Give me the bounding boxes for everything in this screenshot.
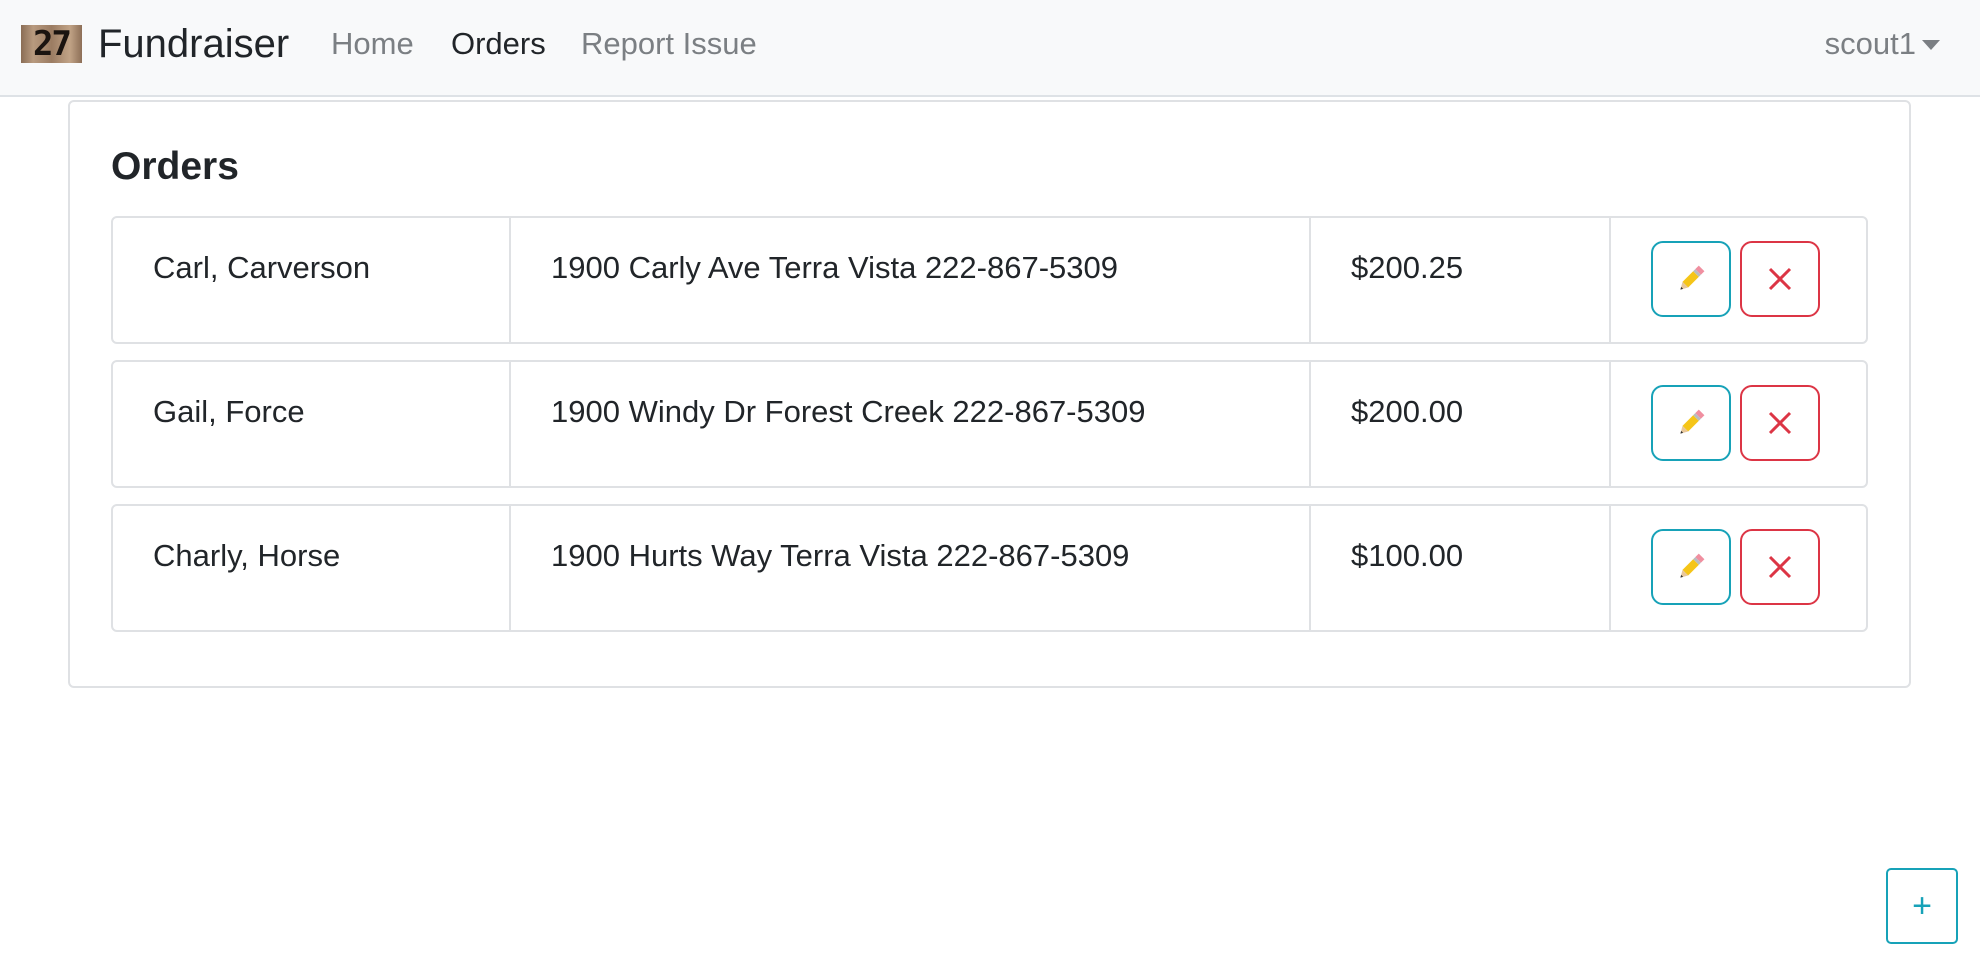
order-customer-name: Gail, Force xyxy=(113,362,511,486)
delete-order-button[interactable] xyxy=(1740,529,1820,605)
order-amount: $200.00 xyxy=(1311,362,1611,486)
orders-card: Orders Carl, Carverson 1900 Carly Ave Te… xyxy=(68,100,1911,688)
navbar: 27 Fundraiser Home Orders Report Issue s… xyxy=(0,0,1980,97)
order-row: Carl, Carverson 1900 Carly Ave Terra Vis… xyxy=(111,216,1868,344)
edit-order-button[interactable] xyxy=(1651,529,1731,605)
caret-down-icon xyxy=(1922,40,1940,50)
close-icon xyxy=(1767,266,1793,292)
pencil-icon xyxy=(1674,262,1708,296)
pencil-icon xyxy=(1674,406,1708,440)
close-icon xyxy=(1767,554,1793,580)
brand-logo: 27 xyxy=(21,25,82,63)
order-address: 1900 Windy Dr Forest Creek 222-867-5309 xyxy=(511,362,1311,486)
order-list: Carl, Carverson 1900 Carly Ave Terra Vis… xyxy=(111,216,1868,648)
user-dropdown[interactable]: scout1 xyxy=(1825,22,1940,66)
nav-link-home[interactable]: Home xyxy=(331,22,414,66)
pencil-icon xyxy=(1674,550,1708,584)
order-amount: $100.00 xyxy=(1311,506,1611,630)
order-address: 1900 Carly Ave Terra Vista 222-867-5309 xyxy=(511,218,1311,342)
brand[interactable]: 27 Fundraiser xyxy=(21,22,289,66)
brand-name: Fundraiser xyxy=(98,22,290,66)
order-actions xyxy=(1611,362,1866,486)
order-customer-name: Carl, Carverson xyxy=(113,218,511,342)
user-name: scout1 xyxy=(1824,26,1916,61)
nav-link-orders[interactable]: Orders xyxy=(451,22,546,66)
order-address: 1900 Hurts Way Terra Vista 222-867-5309 xyxy=(511,506,1311,630)
add-order-button[interactable]: + xyxy=(1886,868,1958,944)
nav-link-report-issue[interactable]: Report Issue xyxy=(581,22,757,66)
order-actions xyxy=(1611,506,1866,630)
order-customer-name: Charly, Horse xyxy=(113,506,511,630)
order-row: Charly, Horse 1900 Hurts Way Terra Vista… xyxy=(111,504,1868,632)
order-row: Gail, Force 1900 Windy Dr Forest Creek 2… xyxy=(111,360,1868,488)
close-icon xyxy=(1767,410,1793,436)
page-title: Orders xyxy=(111,145,239,188)
edit-order-button[interactable] xyxy=(1651,241,1731,317)
order-amount: $200.25 xyxy=(1311,218,1611,342)
order-actions xyxy=(1611,218,1866,342)
edit-order-button[interactable] xyxy=(1651,385,1731,461)
brand-logo-text: 27 xyxy=(33,25,72,63)
delete-order-button[interactable] xyxy=(1740,385,1820,461)
delete-order-button[interactable] xyxy=(1740,241,1820,317)
